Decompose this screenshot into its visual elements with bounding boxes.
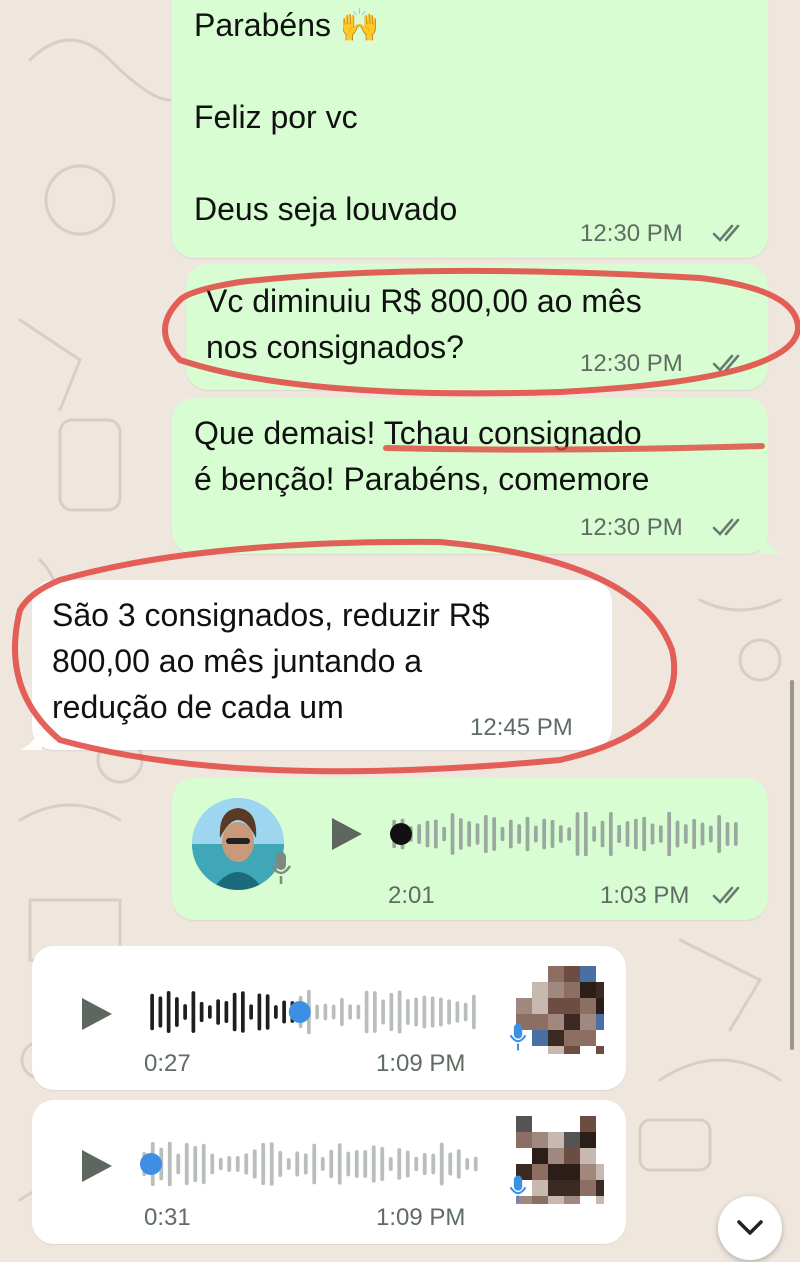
message-text: São 3 consignados, reduzir R$ 800,00 ao … (52, 597, 490, 725)
playback-position-knob (140, 1153, 162, 1175)
message-time: 12:30 PM (580, 220, 683, 247)
message-time: 1:09 PM (376, 1204, 466, 1231)
voice-note-incoming[interactable]: 0:27 1:09 PM (32, 946, 626, 1090)
voice-note-incoming[interactable]: 0:31 1:09 PM (32, 1100, 626, 1244)
mic-icon (509, 1175, 527, 1203)
audio-waveform[interactable] (390, 812, 740, 856)
message-time: 12:45 PM (470, 714, 573, 741)
read-receipt-icon (712, 354, 740, 372)
audio-waveform[interactable] (140, 1142, 480, 1186)
play-icon[interactable] (330, 816, 364, 852)
audio-waveform[interactable] (148, 990, 478, 1034)
read-receipt-icon (712, 224, 740, 242)
message-time: 1:03 PM (600, 882, 690, 909)
bubble-tail (20, 726, 42, 750)
voice-duration: 0:31 (144, 1204, 191, 1231)
scrollbar[interactable] (790, 680, 794, 1050)
message-text: Que demais! Tchau consignado é benção! P… (194, 415, 650, 497)
read-receipt-icon (712, 518, 740, 536)
message-bubble-outgoing[interactable]: Que demais! Tchau consignado é benção! P… (172, 398, 768, 554)
mic-icon (509, 1023, 527, 1051)
playback-position-knob (390, 823, 412, 845)
scroll-to-bottom-button[interactable] (718, 1196, 782, 1260)
play-icon[interactable] (80, 1148, 114, 1184)
voice-duration: 0:27 (144, 1050, 191, 1077)
message-time: 12:30 PM (580, 350, 683, 377)
message-time: 1:09 PM (376, 1050, 466, 1077)
voice-note-outgoing[interactable]: 2:01 1:03 PM (172, 778, 768, 920)
message-text: Parabéns 🙌 Feliz por vc Deus seja louvad… (194, 7, 458, 227)
sender-avatar[interactable] (516, 966, 604, 1054)
message-bubble-incoming[interactable]: São 3 consignados, reduzir R$ 800,00 ao … (32, 580, 612, 750)
bubble-tail (760, 530, 782, 554)
message-bubble-outgoing[interactable]: Vc diminuiu R$ 800,00 ao mês nos consign… (186, 264, 768, 390)
chevron-down-icon (737, 1220, 763, 1235)
mic-icon (270, 852, 292, 884)
read-receipt-icon (712, 886, 740, 904)
play-icon[interactable] (80, 996, 114, 1032)
voice-duration: 2:01 (388, 882, 435, 909)
message-time: 12:30 PM (580, 514, 683, 541)
sender-avatar[interactable] (516, 1116, 604, 1204)
message-bubble-outgoing[interactable]: Parabéns 🙌 Feliz por vc Deus seja louvad… (172, 0, 768, 258)
playback-position-knob (288, 1001, 311, 1023)
